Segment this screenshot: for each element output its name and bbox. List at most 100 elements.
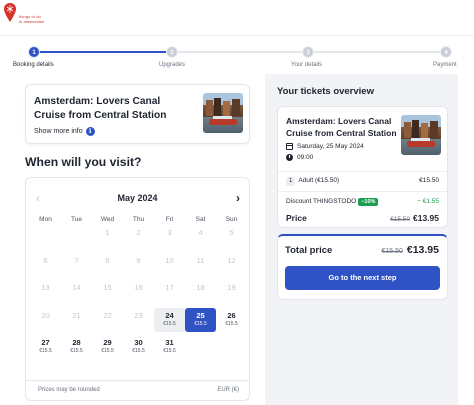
step-3-indicator: 3 (302, 46, 314, 58)
total-price-label: Total price (285, 245, 333, 256)
calendar-day-number: 20 (41, 310, 50, 320)
progress-track-active (35, 51, 167, 53)
total-price-old: €15.50 (381, 248, 403, 255)
calendar-day-price: €15.5 (163, 348, 176, 354)
weekday-label: Fri (165, 216, 174, 223)
step-4-label: Payment (433, 62, 457, 68)
top-header: things to do in amsterdam (0, 0, 474, 36)
divider (278, 191, 447, 192)
calendar-day: 3 (154, 225, 185, 249)
weekday-label: Thu (132, 216, 145, 223)
divider (278, 171, 447, 172)
calendar-icon (286, 143, 293, 150)
calendar-day: 6 (30, 253, 61, 277)
calendar-day-price: €15.5 (70, 348, 83, 354)
price-old: €15.50 (390, 216, 410, 223)
calendar-day: 19 (216, 280, 247, 304)
total-price-value: €15.50 €13.95 (381, 244, 439, 256)
summary-time: 09:00 (297, 154, 314, 161)
total-price-card: Total price €15.50 €13.95 Go to the next … (277, 234, 448, 300)
calendar-day-number: 24 (165, 310, 174, 320)
calendar-day-number: 5 (229, 228, 234, 237)
summary-date: Saturday, 25 May 2024 (297, 143, 364, 150)
ticket-line-item: 1 Adult (€15.50) €15.50 (286, 177, 439, 186)
calendar-day-number: 31 (165, 338, 174, 347)
ticket-summary-card: Amsterdam: Lovers Canal Cruise from Cent… (277, 106, 448, 228)
weekday-label: Mon (39, 216, 52, 223)
summary-date-row: Saturday, 25 May 2024 (286, 143, 364, 150)
calendar-day-number: 25 (196, 310, 205, 320)
calendar-day: 8 (92, 253, 123, 277)
ticket-type: Adult (€15.50) (298, 177, 340, 184)
calendar-day: 5 (216, 225, 247, 249)
calendar-day-number: 23 (134, 310, 143, 320)
calendar-day[interactable]: 30 €15.5 (123, 335, 154, 359)
calendar-day-price: €15.5 (163, 320, 176, 327)
calendar-footer: Prices may be rounded EUR (€) (26, 380, 249, 401)
ticket-price: €15.50 (419, 177, 439, 184)
calendar-day-selected[interactable]: 25 €15.5 (185, 307, 216, 332)
visit-date-heading: When will you visit? (25, 155, 142, 169)
calendar-day-number: 9 (136, 255, 141, 265)
calendar-day-number: 17 (165, 283, 174, 292)
calendar-day: 20 (30, 308, 61, 332)
calendar-day-number: 18 (196, 283, 205, 292)
tour-thumbnail (203, 93, 243, 133)
date-picker-calendar: ‹ May 2024 › Mon Tue Wed Thu Fri Sat Sun 1 2 3 4 5 6… (25, 177, 250, 401)
calendar-day: 15 (92, 280, 123, 304)
weekday-label: Sat (195, 216, 206, 223)
calendar-day-number: 26 (227, 310, 236, 320)
calendar-day[interactable]: 29 €15.5 (92, 335, 123, 359)
calendar-day-number: 22 (103, 310, 112, 320)
calendar-day: 16 (123, 280, 154, 304)
calendar-day: 9 (123, 253, 154, 277)
calendar-day[interactable]: 31 €15.5 (154, 335, 185, 359)
calendar-month-label: May 2024 (117, 193, 158, 203)
step-3-label: Your details (291, 62, 323, 68)
next-month-chevron-icon[interactable]: › (236, 191, 240, 205)
calendar-day: 21 (61, 308, 92, 332)
calendar-day[interactable]: 24 €15.5 (154, 307, 185, 332)
calendar-day: 12 (216, 253, 247, 277)
summary-time-row: 09:00 (286, 154, 313, 161)
summary-thumbnail (401, 115, 441, 155)
step-2-label: Upgrades (159, 62, 186, 68)
next-step-button[interactable]: Go to the next step (285, 266, 440, 290)
weekday-label: Tue (71, 216, 82, 223)
weekday-label: Sun (225, 216, 238, 223)
calendar-day-price: €15.5 (132, 348, 145, 354)
calendar-day: 2 (123, 225, 154, 249)
calendar-day-number: 15 (103, 283, 112, 292)
calendar-day-number: 27 (41, 338, 50, 347)
calendar-day: 13 (30, 280, 61, 304)
calendar-day: 7 (61, 253, 92, 277)
step-1-indicator[interactable]: 1 (28, 46, 40, 58)
calendar-day-number: 4 (198, 228, 203, 237)
calendar-day-price: €15.5 (101, 348, 114, 354)
show-more-info-link[interactable]: Show more info i (34, 127, 95, 136)
step-1-label[interactable]: Booking details (13, 62, 54, 68)
price-new: €13.95 (413, 213, 439, 223)
price-line: Price €15.50 €13.95 (286, 213, 439, 223)
calendar-day[interactable]: 28 €15.5 (61, 335, 92, 359)
calendar-day-number: 8 (105, 255, 110, 265)
calendar-day-price: €15.5 (39, 348, 52, 354)
step-2-indicator: 2 (166, 46, 178, 58)
price-label: Price (286, 213, 307, 223)
logo[interactable]: things to do in amsterdam (3, 2, 53, 28)
calendar-day-number: 2 (136, 228, 141, 237)
calendar-day-number: 11 (196, 255, 205, 265)
calendar-day: 11 (185, 253, 216, 277)
calendar-day-number: 1 (105, 228, 110, 237)
step-4-indicator: 4 (440, 46, 452, 58)
calendar-day-number: 7 (74, 255, 79, 265)
calendar-day-number: 28 (72, 338, 81, 347)
tickets-overview-heading: Your tickets overview (277, 86, 374, 97)
calendar-day: 23 (123, 308, 154, 332)
calendar-day[interactable]: 27 €15.5 (30, 335, 61, 359)
calendar-day-number: 21 (72, 310, 81, 320)
calendar-day[interactable]: 26 €15.5 (216, 308, 247, 332)
calendar-day: 18 (185, 280, 216, 304)
currency-label: EUR (€) (217, 387, 239, 393)
logo-text-line-2: in amsterdam (19, 19, 45, 24)
